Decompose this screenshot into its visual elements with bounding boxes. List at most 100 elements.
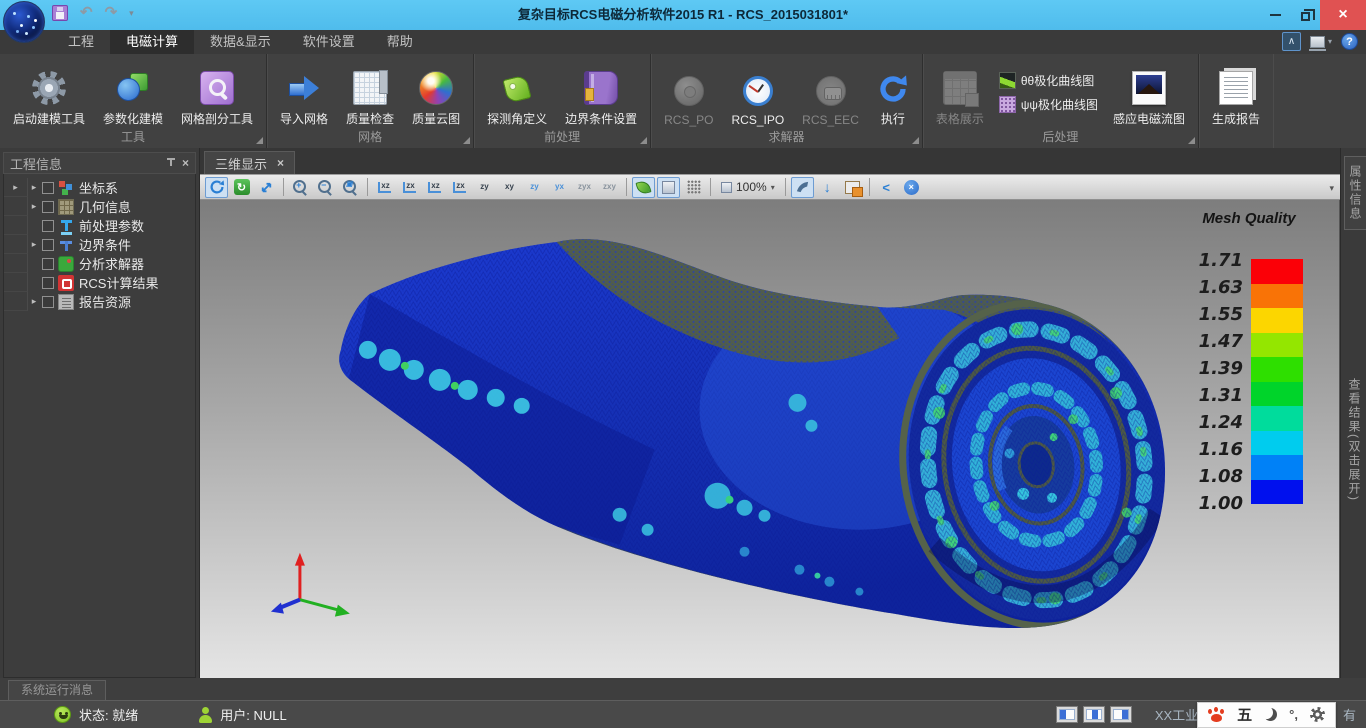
dialog-launcher-icon[interactable] — [912, 137, 919, 144]
close-icon[interactable]: × — [182, 157, 189, 169]
toolbar-overflow-icon[interactable]: ▾ — [1329, 183, 1334, 194]
execute-button[interactable]: 执行 — [868, 59, 918, 127]
flat-mode-button[interactable] — [657, 177, 680, 198]
points-mode-button[interactable] — [682, 177, 705, 198]
meshing-tool-button[interactable]: 网格剖分工具 — [172, 59, 262, 127]
checkbox[interactable] — [42, 277, 54, 289]
checkbox[interactable] — [42, 258, 54, 270]
dialog-launcher-icon[interactable] — [1188, 137, 1195, 144]
book-icon — [584, 71, 618, 105]
rcs-ipo-button[interactable]: RCS_IPO — [722, 59, 793, 127]
tree-item-report-resources[interactable]: ▸ 报告资源 — [4, 292, 195, 311]
close-button[interactable]: × — [1320, 0, 1366, 30]
view-iso1-button[interactable]: zy — [523, 177, 546, 198]
tab-system-messages[interactable]: 系统运行消息 — [8, 680, 106, 700]
launch-modeling-tool-button[interactable]: 启动建模工具 — [4, 59, 94, 127]
expander-icon[interactable]: ▸ — [10, 182, 22, 193]
layout-left-button[interactable] — [1056, 706, 1078, 723]
zoom-out-button[interactable]: − — [314, 177, 337, 198]
view-zx-button[interactable]: zx — [398, 177, 421, 198]
tab-software-settings[interactable]: 软件设置 — [287, 30, 371, 54]
close-tab-icon[interactable]: × — [277, 156, 284, 170]
quality-check-button[interactable]: 质量检查 — [337, 59, 403, 127]
zoom-level-dropdown[interactable]: 100% ▾ — [716, 177, 780, 198]
display-mode-button[interactable]: ▾ — [1310, 36, 1332, 48]
tree-item-analysis-solver[interactable]: 分析求解器 — [4, 254, 195, 273]
fit-model-button[interactable] — [791, 177, 814, 198]
legend-values: 1.71 1.63 1.55 1.47 1.39 1.31 1.24 1.16 … — [1185, 247, 1243, 517]
help-icon[interactable]: ? — [1341, 33, 1358, 50]
expander-icon[interactable]: ▸ — [28, 239, 40, 250]
tree-item-coordinate-system[interactable]: ▸ ▸ 坐标系 — [4, 178, 195, 197]
orbit-view-button[interactable]: ↻ — [230, 177, 253, 198]
tab-project[interactable]: 工程 — [52, 30, 110, 54]
baidu-paw-icon[interactable] — [1208, 707, 1225, 723]
view-xz2-button[interactable]: xz — [423, 177, 446, 198]
pin-icon[interactable] — [166, 158, 176, 169]
probe-angle-button[interactable]: 探测角定义 — [478, 59, 556, 127]
restore-button[interactable] — [1290, 0, 1320, 30]
view-xy-button[interactable]: xy — [498, 177, 521, 198]
copy-view-button[interactable] — [841, 177, 864, 198]
drop-view-button[interactable]: ↓ — [816, 177, 839, 198]
view-zx2-button[interactable]: zx — [448, 177, 471, 198]
dialog-launcher-icon[interactable] — [256, 137, 263, 144]
view-iso4-button[interactable]: zxy — [598, 177, 621, 198]
view-xz-button[interactable]: xz — [373, 177, 396, 198]
rotate-view-button[interactable] — [205, 177, 228, 198]
rcs-eec-button[interactable]: RCS_EEC — [793, 59, 868, 127]
boundary-condition-button[interactable]: 边界条件设置 — [556, 59, 646, 127]
psi-polarization-curve-button[interactable]: ψψ极化曲线图 — [999, 96, 1098, 113]
tab-em-computation[interactable]: 电磁计算 — [110, 30, 194, 54]
induced-current-map-button[interactable]: 感应电磁流图 — [1104, 59, 1194, 127]
tab-property-info[interactable]: 属性信息 — [1344, 156, 1366, 230]
tab-3d-display[interactable]: 三维显示 × — [204, 151, 295, 174]
zoom-in-button[interactable]: + — [289, 177, 312, 198]
checkbox[interactable] — [42, 182, 54, 194]
rcs-po-button[interactable]: RCS_PO — [655, 59, 722, 127]
tree-item-boundary-conditions[interactable]: ▸ 边界条件 — [4, 235, 195, 254]
tab-view-results[interactable]: 查看结果(双击展开) — [1344, 370, 1365, 510]
collapse-ribbon-icon[interactable]: ∧ — [1282, 32, 1301, 51]
copyright-text-suffix: 有 — [1343, 705, 1356, 724]
theta-polarization-curve-button[interactable]: θθ极化曲线图 — [999, 72, 1098, 89]
tree-item-preprocess-params[interactable]: 前处理参数 — [4, 216, 195, 235]
view-iso2-button[interactable]: yx — [548, 177, 571, 198]
minimize-button[interactable] — [1260, 0, 1290, 30]
expander-icon[interactable]: ▸ — [28, 182, 40, 193]
punctuation-toggle[interactable]: °, — [1289, 707, 1298, 722]
gear-icon[interactable] — [1310, 707, 1325, 722]
view-zy-button[interactable]: zy — [473, 177, 496, 198]
3d-canvas[interactable]: Mesh Quality 1.71 1.63 1.55 1.47 1.39 1.… — [200, 200, 1340, 678]
import-mesh-button[interactable]: 导入网格 — [271, 59, 337, 127]
expander-icon[interactable]: ▸ — [28, 296, 40, 307]
tab-help[interactable]: 帮助 — [371, 30, 429, 54]
layout-right-button[interactable] — [1110, 706, 1132, 723]
view-iso3-button[interactable]: zyx — [573, 177, 596, 198]
tree-item-rcs-results[interactable]: RCS计算结果 — [4, 273, 195, 292]
layout-middle-button[interactable] — [1083, 706, 1105, 723]
tree-item-geometry-info[interactable]: ▸ 几何信息 — [4, 197, 195, 216]
tab-data-display[interactable]: 数据&显示 — [194, 30, 287, 54]
expander-icon[interactable]: ▸ — [28, 201, 40, 212]
zoom-fit-button[interactable]: ▣ — [339, 177, 362, 198]
checkbox[interactable] — [42, 296, 54, 308]
ribbon-group-postprocess: 表格展示 θθ极化曲线图 ψψ极化曲线图 感应电磁流图 后处理 — [923, 54, 1199, 148]
dialog-launcher-icon[interactable] — [463, 137, 470, 144]
app-logo-icon[interactable] — [3, 1, 45, 43]
checkbox[interactable] — [42, 239, 54, 251]
pan-zoom-button[interactable] — [255, 177, 278, 198]
parametric-modeling-button[interactable]: 参数化建模 — [94, 59, 172, 127]
checkbox[interactable] — [42, 201, 54, 213]
button-label: 参数化建模 — [103, 110, 163, 127]
checkbox[interactable] — [42, 220, 54, 232]
table-display-button[interactable]: 表格展示 — [927, 59, 993, 127]
quality-cloudmap-button[interactable]: 质量云图 — [403, 59, 469, 127]
moon-icon[interactable] — [1264, 708, 1277, 721]
shaded-mode-button[interactable] — [632, 177, 655, 198]
ime-mode-button[interactable]: 五 — [1237, 704, 1252, 725]
generate-report-button[interactable]: 生成报告 — [1203, 59, 1269, 127]
dialog-launcher-icon[interactable] — [640, 137, 647, 144]
clear-view-button[interactable]: × — [900, 177, 923, 198]
share-view-button[interactable]: < — [875, 177, 898, 198]
